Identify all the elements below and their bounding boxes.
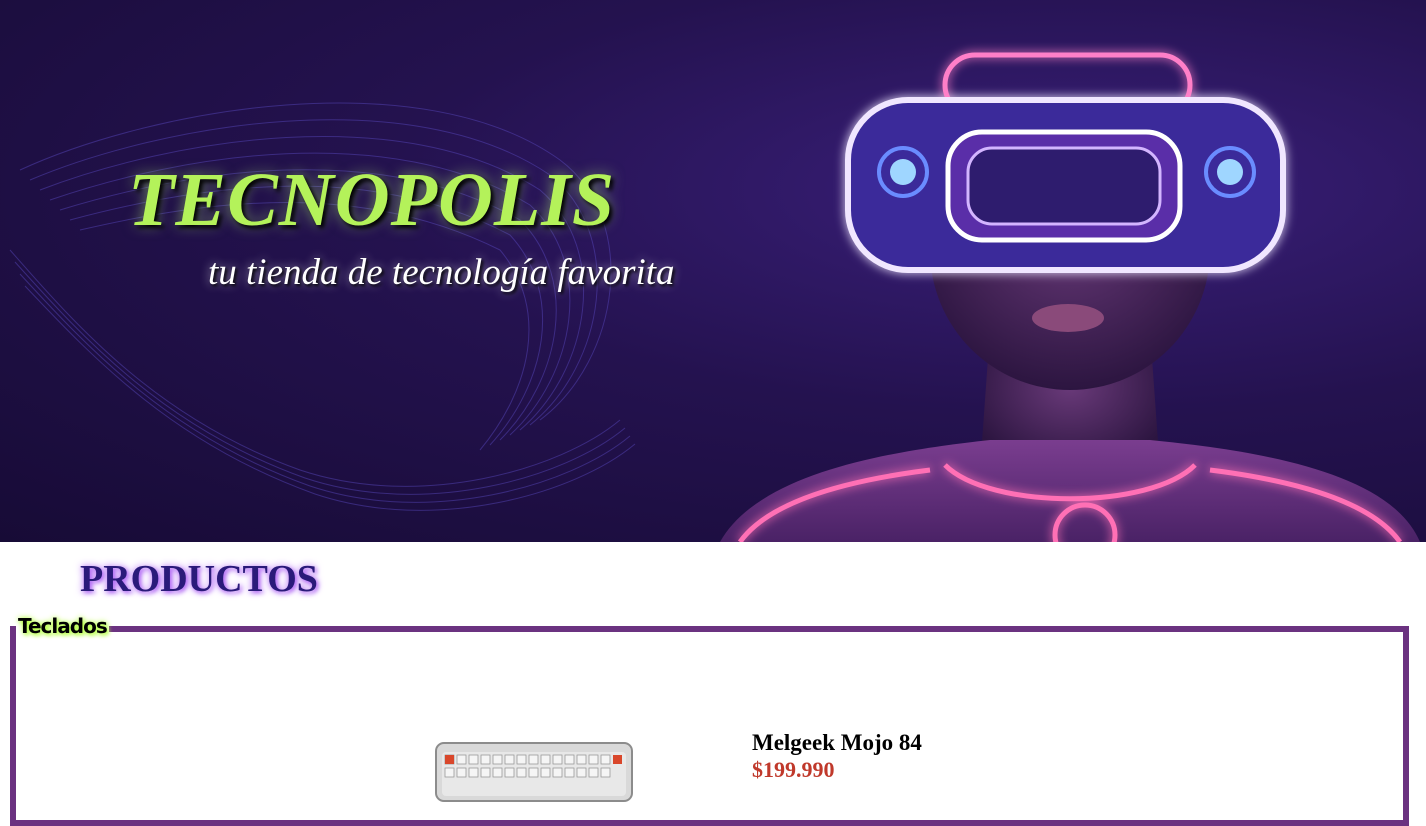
products-section-title: PRODUCTOS [80, 558, 318, 600]
keyboard-image[interactable] [435, 742, 633, 802]
product-name[interactable]: Melgeek Mojo 84 [752, 730, 922, 756]
category-keyboards-box [10, 626, 1409, 826]
keyboard-icon [435, 742, 633, 802]
product-price: $199.990 [752, 757, 835, 782]
site-title: TECNOPOLIS [128, 158, 616, 242]
hero-banner: TECNOPOLIS tu tienda de tecnología favor… [0, 0, 1426, 542]
category-keyboards-label: Teclados [16, 614, 109, 638]
site-tagline: tu tienda de tecnología favorita [208, 252, 675, 293]
